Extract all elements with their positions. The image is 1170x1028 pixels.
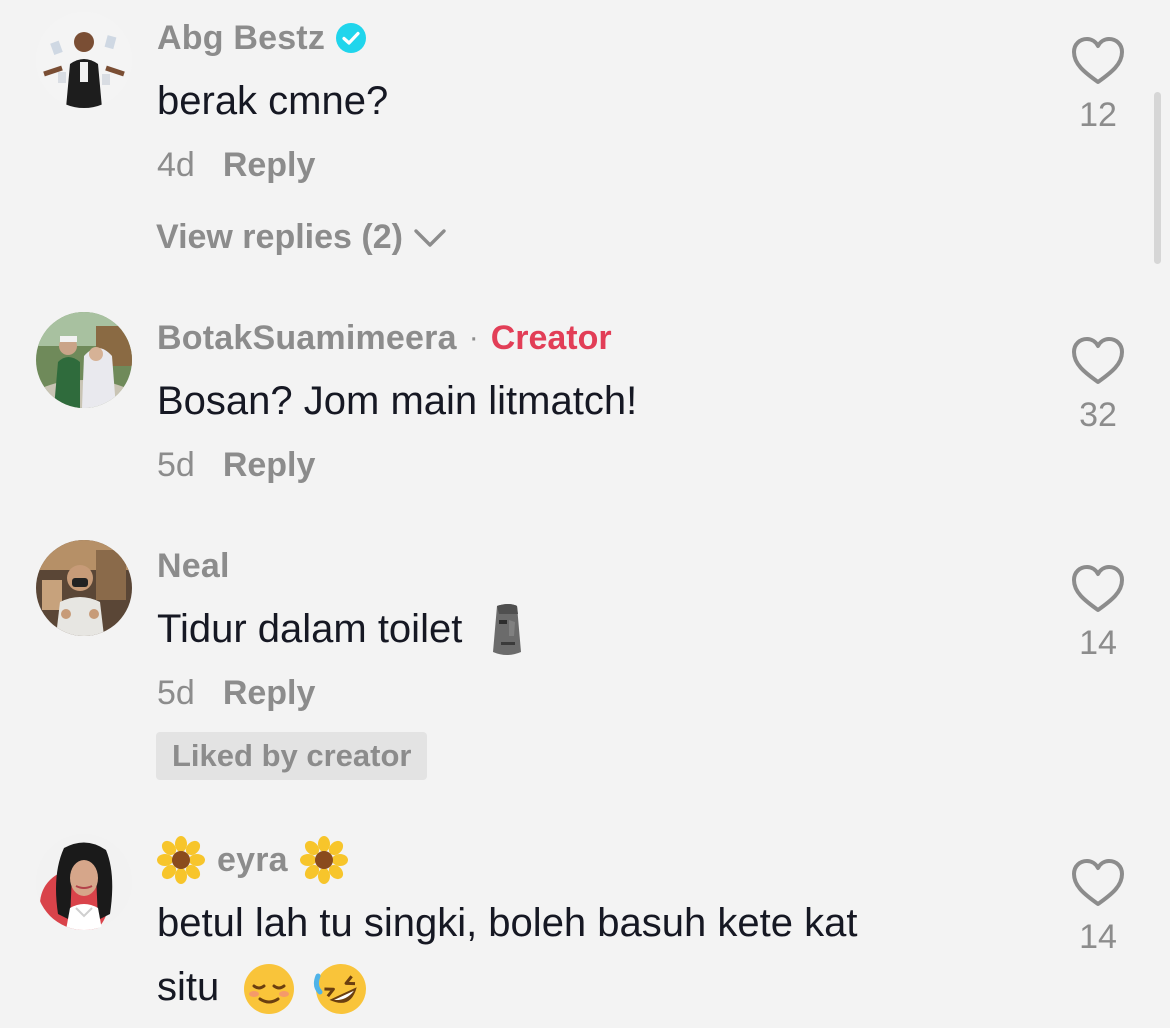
comment-text: berak cmne? bbox=[157, 79, 389, 123]
reply-button[interactable]: Reply bbox=[223, 674, 316, 713]
comment-item: BotakSuamimeera · Creator Bosan? Jom mai… bbox=[0, 300, 1170, 510]
heart-icon[interactable] bbox=[1068, 36, 1128, 86]
username[interactable]: Neal bbox=[157, 547, 230, 586]
comment-item: Neal Tidur dalam toilet 5d Reply Liked b… bbox=[0, 528, 1170, 798]
like-count: 12 bbox=[1079, 96, 1117, 134]
comment-text: Tidur dalam toilet bbox=[157, 607, 463, 651]
comment-text: Bosan? Jom main litmatch! bbox=[157, 379, 638, 423]
like-column: 14 bbox=[1068, 564, 1128, 663]
view-replies-label: View replies (2) bbox=[156, 218, 403, 256]
creator-badge: Creator bbox=[490, 318, 612, 357]
reply-button[interactable]: Reply bbox=[223, 146, 316, 185]
comment-text-line-2: situ bbox=[157, 965, 220, 1009]
like-column: 32 bbox=[1068, 336, 1128, 435]
avatar[interactable] bbox=[36, 540, 132, 636]
comment-time: 5d bbox=[157, 674, 195, 712]
comment-text-line-2-row: situ bbox=[157, 954, 970, 1020]
comment-time: 4d bbox=[157, 146, 195, 184]
avatar[interactable] bbox=[36, 312, 132, 408]
sunflower-emoji-icon bbox=[157, 836, 205, 884]
heart-icon[interactable] bbox=[1068, 564, 1128, 614]
avatar[interactable] bbox=[36, 12, 132, 108]
heart-icon[interactable] bbox=[1068, 336, 1128, 386]
view-replies-button[interactable]: View replies (2) bbox=[156, 218, 447, 257]
chevron-down-icon bbox=[414, 228, 446, 247]
comment-author-row: Abg Bestz bbox=[157, 16, 367, 60]
reply-button[interactable]: Reply bbox=[223, 446, 316, 485]
like-column: 14 bbox=[1068, 858, 1128, 957]
like-count: 14 bbox=[1079, 918, 1117, 956]
comment-author-row: eyra bbox=[157, 836, 348, 884]
username[interactable]: Abg Bestz bbox=[157, 19, 325, 58]
relieved-face-emoji-icon bbox=[244, 964, 295, 1015]
heart-icon[interactable] bbox=[1068, 858, 1128, 908]
comment-text-line-1: betul lah tu singki, boleh basuh kete ka… bbox=[157, 901, 858, 945]
verified-badge-icon bbox=[336, 23, 367, 53]
like-count: 14 bbox=[1079, 624, 1117, 662]
like-column: 12 bbox=[1068, 36, 1128, 135]
comment-meta: 5d Reply bbox=[157, 446, 315, 485]
comment-author-row: Neal bbox=[157, 544, 230, 588]
separator-dot: · bbox=[468, 321, 479, 354]
scrollbar[interactable] bbox=[1154, 92, 1161, 264]
rolling-laughing-emoji-icon bbox=[313, 964, 366, 1015]
liked-by-creator-badge: Liked by creator bbox=[156, 732, 428, 780]
comment-item: eyra betul lah tu singki, boleh basuh ke… bbox=[0, 822, 1170, 1028]
sunflower-emoji-icon bbox=[299, 836, 348, 884]
like-count: 32 bbox=[1079, 396, 1117, 434]
username[interactable]: eyra bbox=[217, 841, 288, 880]
comment-time: 5d bbox=[157, 446, 195, 484]
comment-meta: 4d Reply bbox=[157, 146, 315, 185]
comment-text-row: Tidur dalam toilet bbox=[157, 596, 970, 662]
moai-emoji-icon bbox=[493, 604, 522, 656]
comment-meta: 5d Reply bbox=[157, 674, 315, 713]
avatar[interactable] bbox=[36, 834, 132, 930]
username[interactable]: BotakSuamimeera bbox=[157, 319, 457, 358]
comment-author-row: BotakSuamimeera · Creator bbox=[157, 316, 612, 360]
comment-item: Abg Bestz berak cmne? 4d Reply View repl… bbox=[0, 0, 1170, 290]
